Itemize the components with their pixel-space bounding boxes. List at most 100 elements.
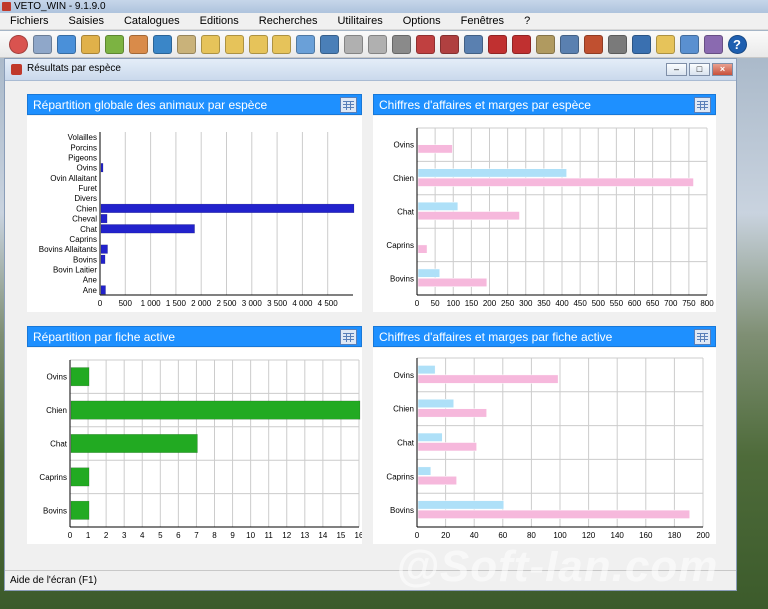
- pencil-icon[interactable]: [679, 35, 699, 54]
- chart-svg: 0 500 1 000 1 500 2 000 2 500 3 000 3 500 4 000 4…: [39, 132, 355, 308]
- maximize-button[interactable]: □: [689, 63, 710, 76]
- category-label: Chat: [80, 225, 98, 234]
- stamp-icon[interactable]: [368, 35, 388, 54]
- contact-icon[interactable]: [320, 35, 340, 54]
- x-tick-label: 0: [415, 299, 420, 308]
- category-label: Porcins: [70, 143, 97, 152]
- x-tick-label: 15: [336, 531, 345, 540]
- menu-recherches[interactable]: Recherches: [249, 13, 328, 30]
- bar: [417, 244, 428, 254]
- book-stack-icon[interactable]: [488, 35, 507, 54]
- x-tick-label: 60: [498, 531, 507, 540]
- chart-icon[interactable]: [440, 35, 460, 54]
- menu-fichiers[interactable]: Fichiers: [0, 13, 59, 30]
- menu-fenetres[interactable]: Fenêtres: [451, 13, 514, 30]
- bar: [417, 398, 454, 408]
- folder-icon[interactable]: [200, 35, 220, 54]
- bar: [417, 374, 559, 384]
- panel-title-global: Répartition globale des animaux par espè…: [33, 98, 268, 112]
- bar: [100, 224, 195, 234]
- menu-utilitaires[interactable]: Utilitaires: [327, 13, 392, 30]
- x-tick-label: 250: [501, 299, 515, 308]
- bar: [417, 168, 567, 178]
- minimize-button[interactable]: –: [666, 63, 687, 76]
- menu-options[interactable]: Options: [393, 13, 451, 30]
- close-button[interactable]: ×: [712, 63, 733, 76]
- invoice-icon[interactable]: [344, 35, 364, 54]
- menu-saisies[interactable]: Saisies: [59, 13, 114, 30]
- card-icon[interactable]: [416, 35, 436, 54]
- category-label: Caprins: [39, 473, 67, 482]
- monitor-icon[interactable]: [631, 35, 651, 54]
- category-label: Furet: [78, 184, 97, 193]
- bar: [100, 163, 104, 173]
- home-icon[interactable]: [583, 35, 603, 54]
- tools-icon[interactable]: [607, 35, 627, 54]
- x-tick-label: 650: [646, 299, 660, 308]
- folder-icon[interactable]: [224, 35, 244, 54]
- folder-icon[interactable]: [655, 35, 675, 54]
- category-label: Pigeons: [68, 153, 97, 162]
- x-tick-label: 4: [140, 531, 145, 540]
- bar: [417, 201, 459, 211]
- x-tick-label: 200: [696, 531, 710, 540]
- x-tick-label: 1 000: [141, 299, 162, 308]
- toolbar: ?: [0, 31, 768, 58]
- table-view-icon[interactable]: [340, 97, 357, 113]
- category-label: Ovins: [77, 164, 97, 173]
- category-label: Bovins: [73, 255, 97, 264]
- x-tick-label: 450: [573, 299, 587, 308]
- x-tick-label: 16: [355, 531, 362, 540]
- people-icon[interactable]: [104, 35, 124, 54]
- bar: [417, 278, 488, 287]
- x-tick-label: 400: [555, 299, 569, 308]
- bar: [100, 203, 355, 213]
- menu-editions[interactable]: Editions: [190, 13, 249, 30]
- chart-ca-species: 0 50 100 150 200 250 300 350 400 450 500 550 600 650 7…: [373, 116, 716, 312]
- globe-icon[interactable]: [152, 35, 172, 54]
- heart-icon[interactable]: [511, 35, 531, 54]
- x-tick-label: 1: [86, 531, 91, 540]
- table-view-icon[interactable]: [694, 97, 711, 113]
- chart-svg: 0 50 100 150 200 250 300 350 400 450 500 550 600 650 7…: [386, 127, 714, 308]
- table-view-icon[interactable]: [694, 329, 711, 345]
- users-icon[interactable]: [559, 35, 579, 54]
- animal-icon[interactable]: [128, 35, 148, 54]
- bar: [417, 211, 520, 221]
- x-tick-label: 20: [441, 531, 450, 540]
- panel-header-ca-active: Chiffres d'affaires et marges par fiche …: [373, 326, 716, 347]
- chart-global-species: 0 500 1 000 1 500 2 000 2 500 3 000 3 500 4 000 4…: [27, 116, 362, 312]
- window-titlebar: Résultats par espèce – □ ×: [5, 59, 736, 81]
- help-icon[interactable]: ?: [727, 35, 747, 54]
- x-tick-label: 300: [519, 299, 533, 308]
- menu-help[interactable]: ?: [514, 13, 540, 30]
- category-label: Bovins: [390, 506, 414, 515]
- printer-icon[interactable]: [392, 35, 412, 54]
- document-icon[interactable]: [703, 35, 723, 54]
- phone-icon[interactable]: [80, 35, 100, 54]
- schedule-icon[interactable]: [56, 35, 76, 54]
- x-tick-label: 500: [119, 299, 133, 308]
- x-tick-label: 100: [553, 531, 567, 540]
- bar: [417, 177, 694, 187]
- bar: [417, 500, 505, 510]
- folder-edit-icon[interactable]: [272, 35, 292, 54]
- table-view-icon[interactable]: [340, 329, 357, 345]
- x-tick-label: 2 500: [216, 299, 237, 308]
- search-icon[interactable]: [296, 35, 316, 54]
- book-icon[interactable]: [32, 35, 52, 54]
- bar: [417, 408, 487, 418]
- x-tick-label: 3 000: [242, 299, 263, 308]
- app-logo-icon: [2, 2, 11, 11]
- x-tick-label: 3 500: [267, 299, 288, 308]
- book-open-icon[interactable]: [535, 35, 555, 54]
- bar: [417, 432, 443, 442]
- category-label: Bovins Allaitants: [39, 245, 97, 254]
- page-icon[interactable]: [464, 35, 484, 54]
- menu-catalogues[interactable]: Catalogues: [114, 13, 190, 30]
- folder-icon[interactable]: [248, 35, 268, 54]
- x-tick-label: 0: [68, 531, 73, 540]
- bar: [70, 367, 90, 387]
- exit-icon[interactable]: [9, 35, 28, 54]
- calendar-icon[interactable]: [176, 35, 196, 54]
